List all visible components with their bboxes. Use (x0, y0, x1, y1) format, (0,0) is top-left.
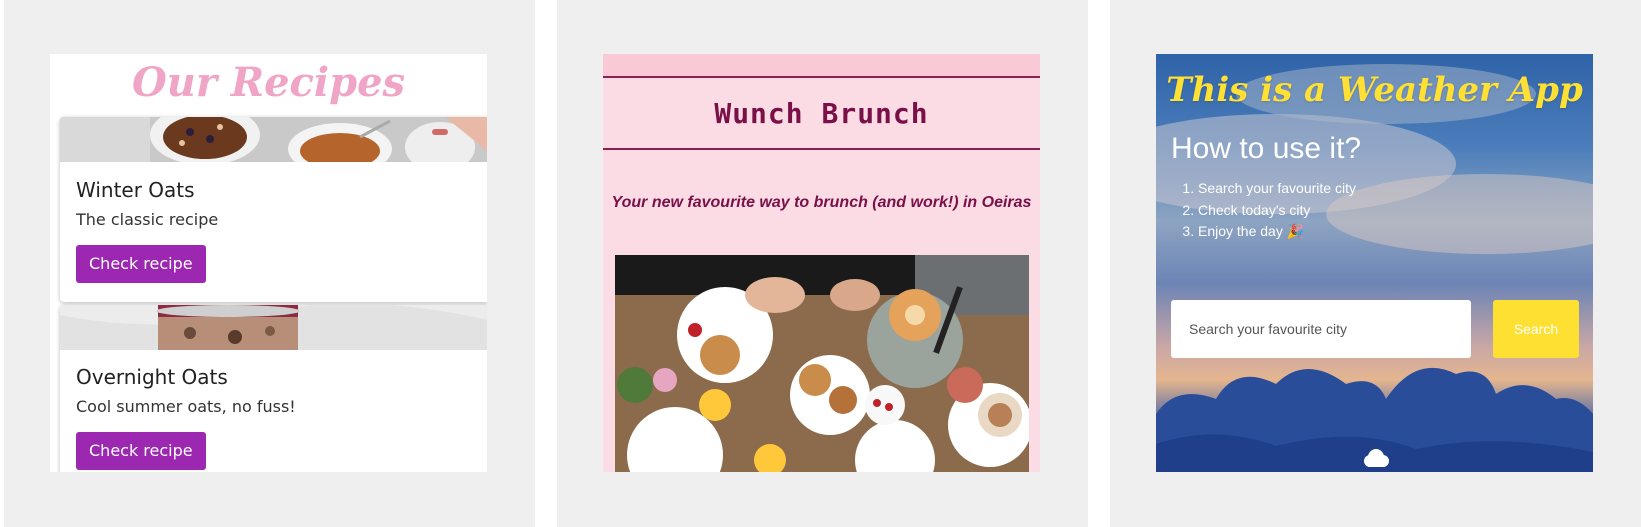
recipe-card-title: Winter Oats (76, 178, 195, 202)
recipe-card-overnight-oats: Overnight Oats Cool summer oats, no fuss… (60, 305, 487, 472)
recipe-card-description: The classic recipe (76, 210, 219, 229)
cloud-icon (1364, 449, 1389, 467)
recipes-title: Our Recipes (131, 59, 406, 106)
step-item: Search your favourite city (1198, 178, 1356, 200)
brunch-panel: Wunch Brunch Your new favourite way to b… (557, 0, 1088, 527)
recipe-card-winter-oats: Winter Oats The classic recipe Check rec… (60, 117, 487, 302)
sky-background (1156, 64, 1593, 472)
recipes-preview: Our Recipes Winter Oats The classic reci… (50, 54, 487, 472)
how-to-steps: Search your favourite city Check today's… (1171, 178, 1356, 243)
brunch-tagline: Your new favourite way to brunch (and wo… (611, 194, 1032, 211)
brunch-preview: Wunch Brunch Your new favourite way to b… (603, 54, 1040, 472)
weather-title: This is a Weather App (1166, 70, 1583, 110)
recipe-card-description: Cool summer oats, no fuss! (76, 397, 296, 416)
top-band (603, 54, 1040, 76)
weather-panel: This is a Weather App How to use it? Sea… (1110, 0, 1641, 527)
winter-oats-image (60, 117, 487, 162)
brunch-photo (615, 255, 1029, 472)
check-recipe-button[interactable]: Check recipe (76, 432, 206, 470)
weather-preview: This is a Weather App How to use it? Sea… (1156, 54, 1593, 472)
step-item: Enjoy the day 🎉 (1198, 221, 1356, 243)
divider (603, 148, 1040, 150)
how-to-heading: How to use it? (1171, 132, 1362, 165)
recipe-card-title: Overnight Oats (76, 365, 228, 389)
divider (603, 76, 1040, 78)
check-recipe-button[interactable]: Check recipe (76, 245, 206, 283)
overnight-oats-image (60, 305, 487, 350)
search-button[interactable]: Search (1493, 300, 1579, 358)
city-search-input[interactable] (1171, 300, 1471, 358)
brunch-title: Wunch Brunch (714, 97, 929, 130)
recipes-panel: Our Recipes Winter Oats The classic reci… (4, 0, 535, 527)
step-item: Check today's city (1198, 200, 1356, 222)
